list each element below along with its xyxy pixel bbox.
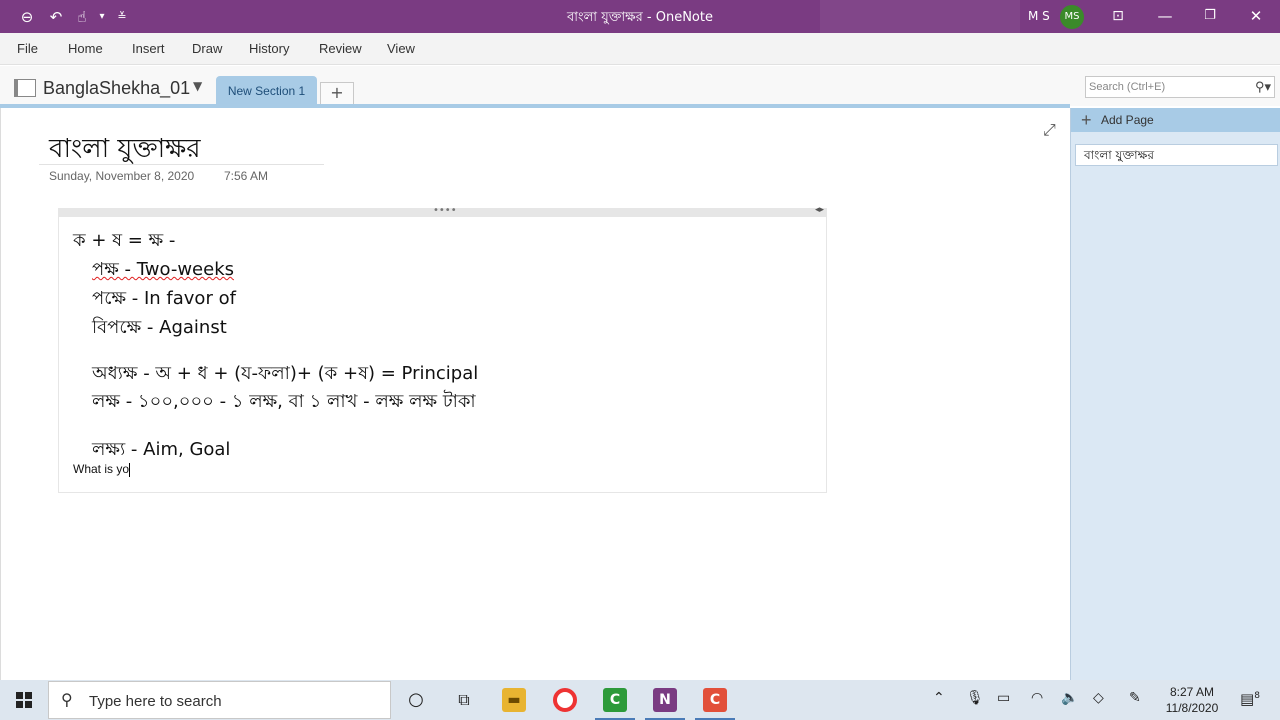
menu-history[interactable]: History [249,41,289,56]
onenote-icon[interactable]: N [653,688,677,712]
note-line-text: বিপক্ষে - Against [92,317,227,338]
drag-handle-icon[interactable]: •••• [433,205,457,216]
plus-icon: + [1081,110,1092,130]
microphone-icon[interactable]: 🎙 [966,690,984,706]
note-container-handle[interactable]: •••• ◂▸ [59,205,826,217]
tab-new-section-1[interactable]: New Section 1 [216,76,317,106]
minimize-icon[interactable]: — [1155,6,1175,26]
note-line-editing[interactable]: What is yo [73,462,131,477]
menu-review[interactable]: Review [319,41,362,56]
cortana-icon[interactable]: ○ [401,686,431,714]
search-input[interactable]: Search (Ctrl+E) ⚲▾ [1085,76,1275,98]
page-canvas[interactable]: বাংলা যুক্তাক্ষর Sunday, November 8, 202… [0,108,1070,680]
user-name[interactable]: M S [1028,9,1050,23]
dropbox-icon[interactable]: ◇ [1093,690,1104,706]
page-list-item[interactable]: বাংলা যুক্তাক্ষর [1075,144,1278,166]
notebook-name[interactable]: BanglaShekha_01 [43,78,190,99]
page-date: Sunday, November 8, 2020 [49,169,195,183]
title-underline [39,164,324,165]
note-line-text: ক + ষ = ক্ষ - [73,230,176,251]
restore-icon[interactable]: ❐ [1200,6,1220,26]
search-icon[interactable]: ⚲▾ [1255,77,1271,97]
search-placeholder: Search (Ctrl+E) [1089,81,1166,93]
wifi-icon[interactable]: ◠ [1031,690,1043,706]
notebook-icon[interactable] [14,79,36,97]
volume-icon[interactable]: 🔈 [1061,690,1078,706]
camtasia-green-icon[interactable]: C [603,688,627,712]
note-line[interactable]: লক্ষ - ১০০,০০০ - ১ লক্ষ, বা ১ লাখ - লক্ষ… [92,387,476,418]
system-clock[interactable]: 8:27 AM 11/8/2020 [1160,684,1224,716]
note-line-text: What is yo [73,462,130,476]
chevron-up-icon[interactable]: ⌃ [933,690,945,706]
window-title: বাংলা যুক্তাক্ষর - OneNote [567,10,713,25]
taskbar-search-box[interactable]: ⚲ Type here to search [48,681,391,719]
add-page-button[interactable]: + Add Page [1071,108,1280,132]
taskbar-search-text: Type here to search [89,693,222,710]
chevron-down-icon[interactable]: ▼ [193,79,202,93]
note-line-text: পক্ষে - In favor of [92,288,236,309]
text-cursor [129,462,131,477]
clock-date: 11/8/2020 [1165,701,1219,715]
notebook-bar: BanglaShekha_01 ▼ New Section 1 + Search… [0,66,1280,106]
note-container[interactable]: •••• ◂▸ ক + ষ = ক্ষ - পক্ষ - Two-weeks প… [58,205,827,493]
ribbon-menu: File Home Insert Draw History Review Vie… [0,33,1280,65]
menu-home[interactable]: Home [68,41,103,56]
note-line[interactable]: ক + ষ = ক্ষ - [73,226,175,257]
menu-insert[interactable]: Insert [132,41,165,56]
notification-count: 8 [1254,691,1260,701]
resize-icon[interactable]: ◂▸ [815,205,824,215]
note-line[interactable]: পক্ষে - In favor of [92,284,236,315]
windows-icon [16,692,32,708]
title-bar: ⊖ ↶ ☝ ▾ ≚ বাংলা যুক্তাক্ষর - OneNote M S… [0,0,1280,33]
note-line[interactable]: অধ্যক্ষ - অ + ধ + (য-ফলা)+ (ক +ষ) = Prin… [92,359,478,390]
taskbar: ⚲ Type here to search ○ ⧉ ▬ C N C ⌃ 🎙 ▭ … [0,680,1280,720]
battery-icon[interactable]: ▭ [997,690,1010,706]
chrome-icon[interactable] [553,688,577,712]
add-section-button[interactable]: + [320,82,354,104]
avatar[interactable]: MS [1060,5,1084,29]
notification-icon[interactable]: ▤8 [1240,690,1260,708]
note-line[interactable]: পক্ষ - Two-weeks [92,255,234,286]
camtasia-red-icon[interactable]: C [703,688,727,712]
page-time: 7:56 AM [224,169,269,183]
note-line[interactable]: বিপক্ষে - Against [92,313,227,344]
start-button[interactable] [0,680,48,720]
note-line-text: অধ্যক্ষ - অ + ধ + (য-ফলা)+ (ক +ষ) = Prin… [92,363,479,384]
menu-draw[interactable]: Draw [192,41,222,56]
pages-panel: + Add Page বাংলা যুক্তাক্ষর [1070,108,1280,680]
expand-icon[interactable]: ⤢ [1043,120,1056,140]
close-icon[interactable]: ✕ [1246,6,1266,26]
task-view-icon[interactable]: ⧉ [449,686,479,714]
pen-icon[interactable]: ✎ [1129,690,1141,706]
menu-view[interactable]: View [387,41,415,56]
fullscreen-icon[interactable]: ⊡ [1108,6,1128,26]
note-line-text: লক্ষ্য - Aim, Goal [92,439,231,460]
search-icon: ⚲ [61,690,73,709]
menu-file[interactable]: File [17,41,38,56]
file-explorer-icon[interactable]: ▬ [502,688,526,712]
note-line-text: লক্ষ - ১০০,০০০ - ১ লক্ষ, বা ১ লাখ - লক্ষ… [92,391,476,412]
clock-time: 8:27 AM [1169,685,1215,699]
note-line-text: পক্ষ - Two-weeks [92,259,234,280]
page-title[interactable]: বাংলা যুক্তাক্ষর [49,128,201,172]
add-page-label: Add Page [1101,113,1154,127]
